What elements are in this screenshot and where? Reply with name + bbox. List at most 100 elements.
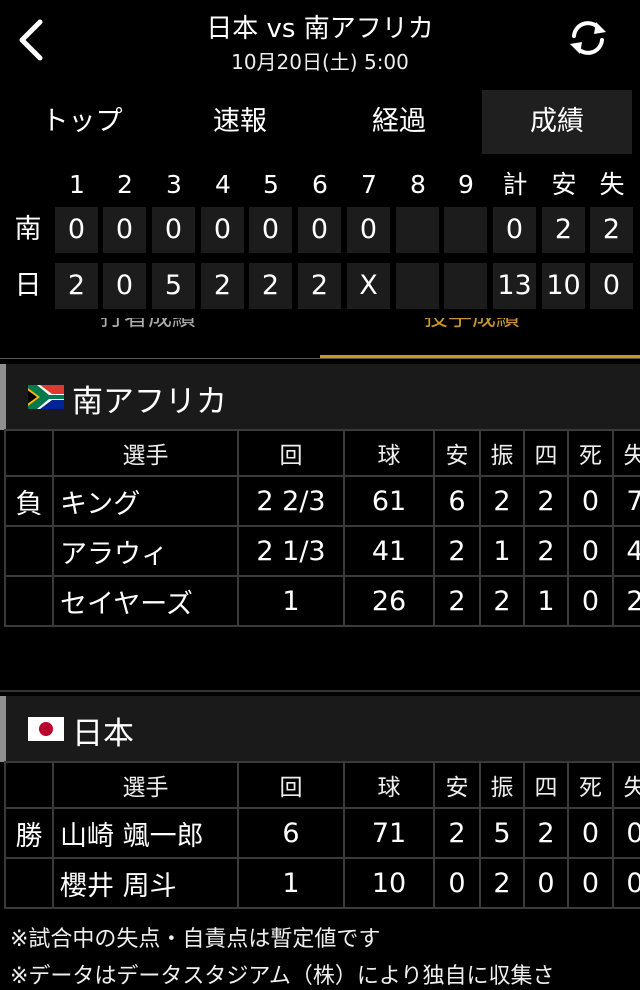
pitcher-stat-h: 2	[433, 525, 481, 577]
tab-top[interactable]: トップ	[4, 90, 160, 154]
scoreboard-cell: 0	[249, 207, 292, 253]
pitcher-name[interactable]: セイヤーズ	[52, 575, 239, 627]
scoreboard-cell: 0	[152, 207, 195, 253]
pitcher-stat-so: 2	[479, 857, 525, 909]
scoreboard-cell: 2	[542, 207, 585, 253]
col-header: 球	[343, 429, 435, 477]
pitcher-stat-ip: 1	[237, 857, 345, 909]
pitcher-row[interactable]: アラウィ 2 1/3 41 2 1 2 0 4	[4, 525, 640, 577]
pitcher-stat-np: 61	[343, 475, 435, 527]
south-africa-flag-icon	[28, 385, 64, 409]
pitcher-stat-ip: 2 1/3	[237, 525, 345, 577]
pitcher-stat-hbp: 0	[567, 807, 614, 859]
scoreboard-cell: 2	[249, 263, 292, 309]
scoreboard-cell: 2	[590, 207, 633, 253]
scoreboard-cell: 0	[347, 207, 390, 253]
scoreboard-col-header: 3	[166, 170, 182, 199]
scoreboard-cell: 0	[298, 207, 341, 253]
pitcher-stat-r: 4	[612, 525, 640, 577]
scoreboard-col-header: 7	[361, 170, 377, 199]
pitcher-stat-so: 2	[479, 475, 525, 527]
pitcher-row[interactable]: セイヤーズ 1 26 2 2 1 0 2	[4, 575, 640, 627]
scoreboard-cell: 0	[103, 207, 146, 253]
pitcher-stat-h: 0	[433, 857, 481, 909]
col-header: 失	[612, 429, 640, 477]
pitcher-name[interactable]: 櫻井 周斗	[52, 857, 239, 909]
scoreboard-cell: 2	[201, 263, 244, 309]
pitcher-stat-bb: 1	[523, 575, 569, 627]
col-header: 振	[479, 429, 525, 477]
scoreboard-col-header: 計	[502, 170, 528, 199]
col-header: 死	[567, 761, 614, 809]
pitcher-stat-r: 0	[612, 857, 640, 909]
col-header: 四	[523, 429, 569, 477]
note-provisional: ※試合中の失点・自責点は暫定値です	[10, 927, 381, 952]
col-header: 四	[523, 761, 569, 809]
subtab-batting[interactable]: 打者成績	[100, 318, 196, 332]
pitcher-stat-hbp: 0	[567, 525, 614, 577]
scoreboard-col-header: 2	[117, 170, 133, 199]
col-header: 回	[237, 429, 345, 477]
scoreboard-cell	[396, 207, 439, 253]
pitcher-stat-bb: 2	[523, 807, 569, 859]
pitcher-stat-ip: 1	[237, 575, 345, 627]
page-title: 日本 vs 南アフリカ	[206, 14, 434, 44]
tab-stats[interactable]: 成績	[482, 90, 632, 154]
note-data-source: ※データはデータスタジアム（株）により独自に収集さ	[10, 964, 555, 989]
col-header: 振	[479, 761, 525, 809]
scoreboard-cell: 5	[152, 263, 195, 309]
scoreboard-cell: 10	[542, 263, 585, 309]
pitcher-stat-h: 2	[433, 807, 481, 859]
pitcher-stat-r: 7	[612, 475, 640, 527]
col-header: 選手	[52, 429, 239, 477]
pitcher-row[interactable]: 勝山崎 颯一郎 6 71 2 5 2 0 0	[4, 807, 640, 859]
pitcher-name[interactable]: キング	[52, 475, 239, 527]
scoreboard-col-header: 9	[458, 170, 474, 199]
pitcher-stat-h: 6	[433, 475, 481, 527]
pitcher-stat-hbp: 0	[567, 857, 614, 909]
team-name-south-africa: 南アフリカ	[72, 384, 227, 420]
pitcher-stat-np: 26	[343, 575, 435, 627]
scoreboard-cell: 2	[55, 263, 98, 309]
col-header: 回	[237, 761, 345, 809]
pitcher-row[interactable]: 櫻井 周斗 1 10 0 2 0 0 0	[4, 857, 640, 909]
scoreboard-col-header: 安	[551, 170, 577, 199]
scoreboard-cell	[396, 263, 439, 309]
pitcher-stat-hbp: 0	[567, 475, 614, 527]
pitcher-stat-bb: 2	[523, 475, 569, 527]
scoreboard-cell: X	[347, 263, 390, 309]
team-header-south-africa: 南アフリカ	[0, 364, 640, 430]
scoreboard-cell: 0	[590, 263, 633, 309]
scoreboard-col-header: 4	[215, 170, 231, 199]
scoreboard-col-header: 5	[263, 170, 279, 199]
pitcher-stat-ip: 6	[237, 807, 345, 859]
scoreboard-cell: 13	[493, 263, 536, 309]
pitcher-stat-np: 71	[343, 807, 435, 859]
col-header: 球	[343, 761, 435, 809]
pitcher-stat-ip: 2 2/3	[237, 475, 345, 527]
scoreboard-cell	[444, 207, 487, 253]
scoreboard-cell	[444, 263, 487, 309]
subtab-pitching[interactable]: 投手成績	[424, 318, 520, 332]
subtab-active-indicator	[320, 355, 640, 358]
pitcher-stat-so: 5	[479, 807, 525, 859]
pitcher-name[interactable]: 山崎 颯一郎	[52, 807, 239, 859]
team-header-japan: 日本	[0, 696, 640, 762]
pitcher-row[interactable]: 負キング 2 2/3 61 6 2 2 0 7	[4, 475, 640, 527]
scoreboard-team-label: 南	[14, 214, 42, 245]
scoreboard-cell: 0	[201, 207, 244, 253]
pitcher-stat-bb: 2	[523, 525, 569, 577]
pitcher-stat-result	[4, 857, 54, 909]
scoreboard-col-header: 6	[312, 170, 328, 199]
scoreboard-col-header: 失	[599, 170, 625, 199]
col-header: 死	[567, 429, 614, 477]
tab-progress[interactable]: 経過	[320, 90, 478, 154]
refresh-icon[interactable]	[566, 18, 610, 58]
pitcher-name[interactable]: アラウィ	[52, 525, 239, 577]
pitcher-stat-result	[4, 575, 54, 627]
col-header-result	[4, 761, 54, 809]
tab-live[interactable]: 速報	[162, 90, 318, 154]
scoreboard-col-header: 8	[410, 170, 426, 199]
scoreboard-cell: 0	[493, 207, 536, 253]
pitching-table-south-africa: 選手回球安振四死失負キング 2 2/3 61 6 2 2 0 7 アラウィ 2 1/3 41 2 1 2 0…	[4, 429, 640, 627]
